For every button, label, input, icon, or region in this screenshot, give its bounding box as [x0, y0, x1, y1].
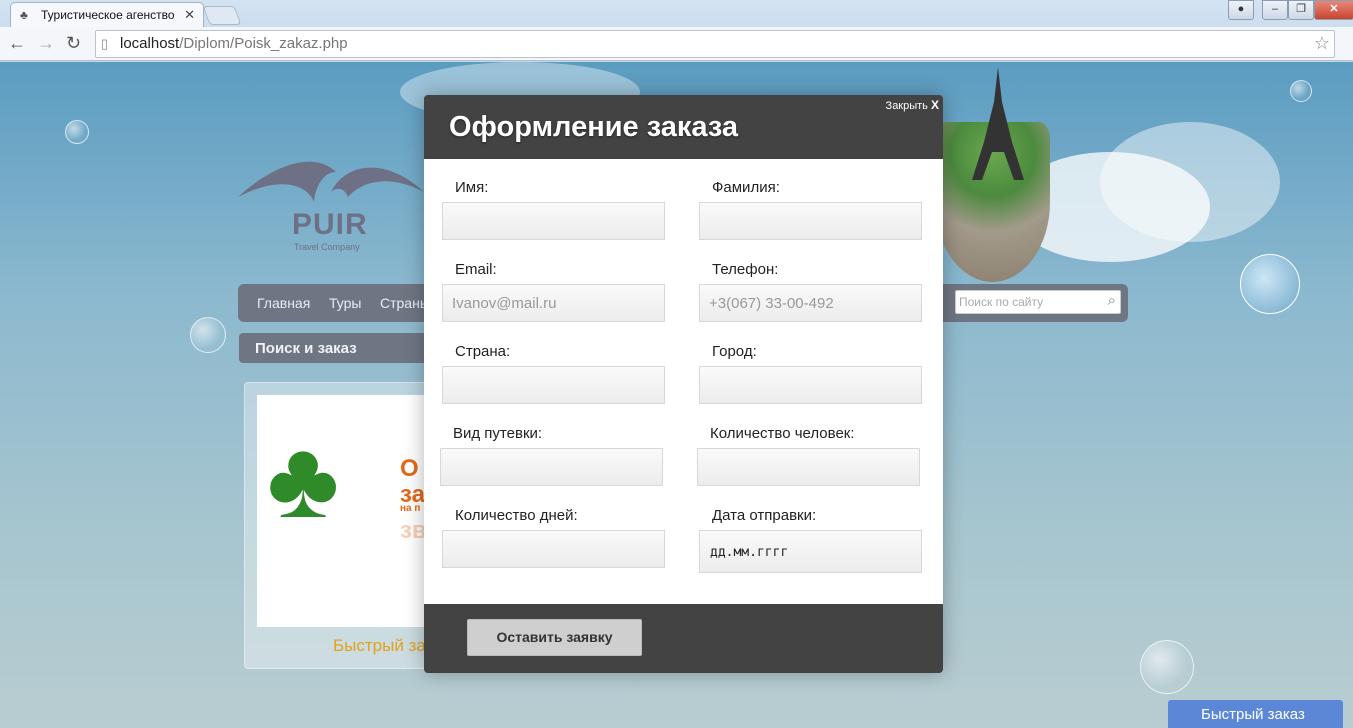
- order-form: Имя: Фамилия: Email: Ivanov@mail.ru Теле…: [424, 159, 943, 604]
- last-name-field[interactable]: [699, 202, 922, 240]
- country-field[interactable]: [442, 366, 665, 404]
- minimize-icon: –: [1271, 3, 1279, 15]
- search-placeholder: Поиск по сайту: [959, 295, 1044, 309]
- tour-type-label: Вид путевки:: [453, 425, 543, 442]
- order-modal: Закрыть X Оформление заказа Имя: Фамилия…: [424, 95, 943, 673]
- first-name-label: Имя:: [455, 179, 489, 196]
- eiffel-tower-icon: [972, 67, 1024, 180]
- modal-title: Оформление заказа: [449, 111, 739, 143]
- departure-date-field[interactable]: дд.мм.гггг: [699, 530, 922, 573]
- site-search-input[interactable]: Поиск по сайту ⌕: [955, 290, 1121, 314]
- new-tab-button[interactable]: [202, 6, 242, 25]
- browser-chrome: ♣ Туристическое агенство ✕ ● – ❐ ✕ ← → ↻…: [0, 0, 1353, 62]
- bubble-decoration: [1290, 80, 1312, 102]
- city-label: Город:: [712, 343, 757, 360]
- logo-subtitle: Travel Company: [294, 242, 360, 252]
- promo-text: О: [400, 455, 419, 482]
- cloud-decoration: [1100, 122, 1280, 242]
- menu-item-tours[interactable]: Туры: [329, 295, 361, 311]
- phone-field[interactable]: +3(067) 33-00-492: [699, 284, 922, 322]
- people-count-label: Количество человек:: [710, 425, 855, 442]
- tab-title: Туристическое агенство: [41, 8, 175, 22]
- palm-favicon-icon: ♣: [20, 8, 28, 22]
- days-count-field[interactable]: [442, 530, 665, 568]
- bubble-decoration: [1140, 640, 1194, 694]
- close-x-icon: X: [930, 98, 939, 112]
- breadcrumb-label: Поиск и заказ: [255, 340, 357, 357]
- logo-title: PUIR: [292, 208, 368, 241]
- tour-type-field[interactable]: [440, 448, 663, 486]
- globe-icon: [1240, 254, 1300, 314]
- address-bar[interactable]: ▯ localhost/Diplom/Poisk_zakaz.php ☆: [95, 30, 1335, 58]
- promo-card[interactable]: ♣ О за на п зв Быстрый заказ: [244, 382, 451, 669]
- departure-date-label: Дата отправки:: [712, 507, 817, 524]
- user-icon: ●: [1237, 3, 1245, 15]
- tab-close-icon[interactable]: ✕: [184, 7, 195, 23]
- quick-order-label: Быстрый заказ: [1201, 706, 1305, 723]
- menu-item-countries[interactable]: Страны: [380, 295, 430, 311]
- site-logo[interactable]: PUIR Travel Company: [236, 152, 426, 252]
- last-name-label: Фамилия:: [712, 179, 780, 196]
- breadcrumb: Поиск и заказ: [239, 333, 429, 363]
- user-profile-button[interactable]: ●: [1228, 0, 1254, 20]
- window-close-button[interactable]: ✕: [1314, 0, 1353, 20]
- email-field[interactable]: Ivanov@mail.ru: [442, 284, 665, 322]
- palm-tree-icon: ♣: [267, 418, 340, 541]
- people-count-field[interactable]: [697, 448, 920, 486]
- phone-label: Телефон:: [712, 261, 779, 278]
- minimize-button[interactable]: –: [1262, 0, 1288, 20]
- url-text[interactable]: localhost/Diplom/Poisk_zakaz.php: [120, 35, 348, 52]
- promo-text: на п: [400, 503, 421, 514]
- email-label: Email:: [455, 261, 497, 278]
- reload-icon[interactable]: ↻: [66, 33, 81, 53]
- search-icon[interactable]: ⌕: [1108, 292, 1116, 309]
- forward-arrow-icon[interactable]: →: [37, 33, 55, 53]
- submit-order-button[interactable]: Оставить заявку: [467, 619, 642, 656]
- browser-tab[interactable]: ♣ Туристическое агенство ✕: [10, 2, 204, 27]
- page-icon: ▯: [101, 36, 109, 51]
- city-field[interactable]: [699, 366, 922, 404]
- days-count-label: Количество дней:: [455, 507, 578, 524]
- bubble-decoration: [65, 120, 89, 144]
- first-name-field[interactable]: [442, 202, 665, 240]
- promo-text: зв: [400, 517, 427, 544]
- close-icon: ✕: [1329, 3, 1339, 15]
- back-arrow-icon[interactable]: ←: [8, 33, 26, 53]
- bubble-decoration: [190, 317, 226, 353]
- restore-icon: ❐: [1296, 3, 1306, 15]
- menu-item-home[interactable]: Главная: [257, 295, 310, 311]
- modal-close-link[interactable]: Закрыть X: [886, 98, 939, 112]
- quick-order-button[interactable]: Быстрый заказ: [1168, 700, 1343, 728]
- bookmark-star-icon[interactable]: ☆: [1314, 33, 1330, 54]
- promo-image: ♣ О за на п зв: [257, 395, 433, 627]
- country-label: Страна:: [455, 343, 511, 360]
- navigation-bar: ← → ↻ ▯ localhost/Diplom/Poisk_zakaz.php…: [0, 27, 1353, 61]
- maximize-button[interactable]: ❐: [1288, 0, 1314, 20]
